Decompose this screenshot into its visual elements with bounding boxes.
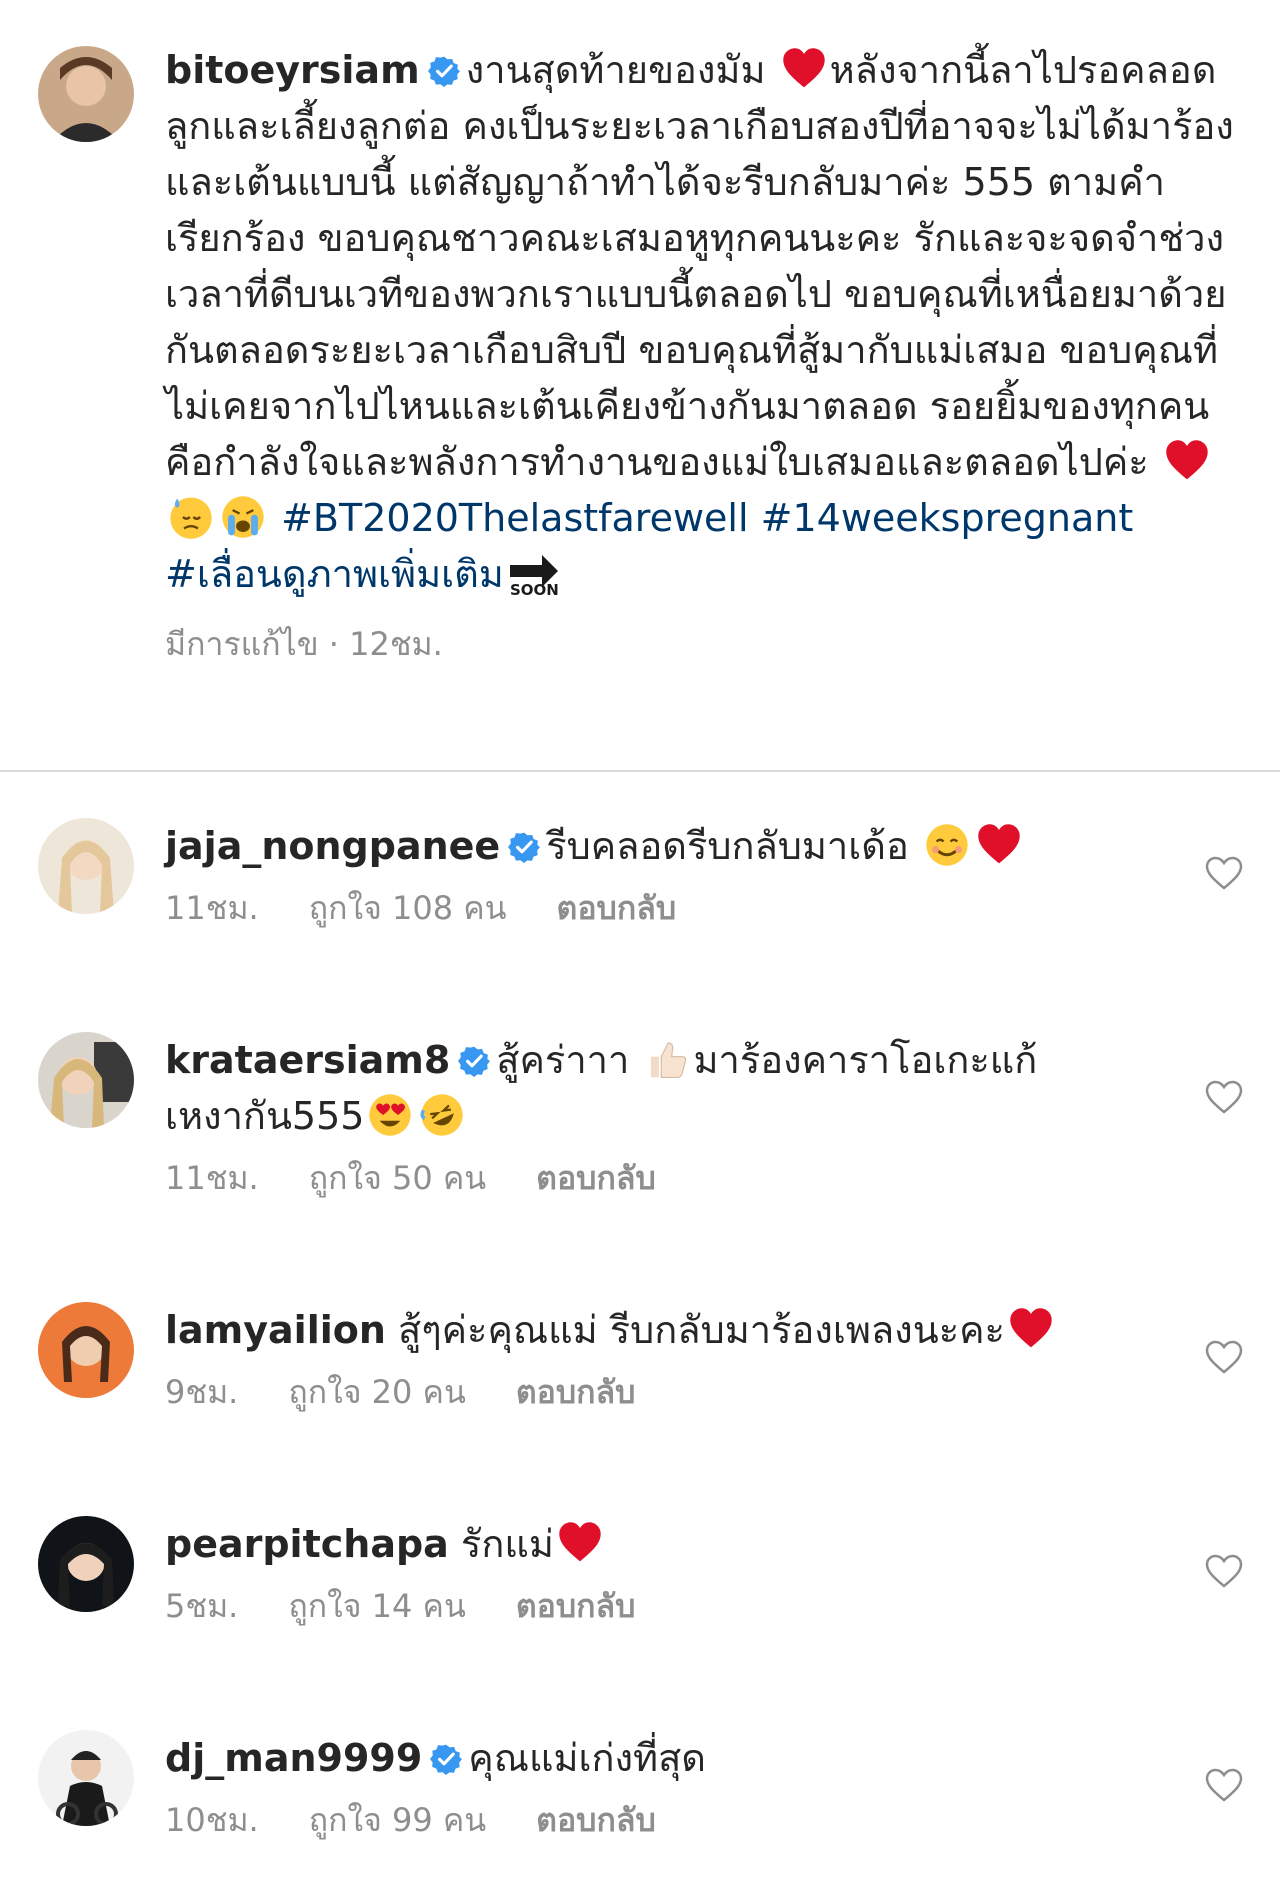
comment-text: คุณแม่เก่งที่สุด bbox=[468, 1736, 706, 1780]
comment-time: 9ชม. bbox=[165, 1373, 239, 1411]
rolling-laughing-emoji-icon bbox=[419, 1092, 465, 1138]
comment-time: 5ชม. bbox=[165, 1587, 239, 1625]
soon-label: SOON bbox=[510, 581, 559, 597]
avatar[interactable] bbox=[38, 1302, 134, 1398]
comment-likes[interactable]: ถูกใจ 108 คน bbox=[309, 880, 507, 936]
caption-edited: มีการแก้ไข bbox=[165, 625, 319, 663]
red-heart-emoji-icon bbox=[557, 1520, 603, 1566]
red-heart-emoji-icon bbox=[781, 46, 827, 92]
sweat-face-emoji-icon bbox=[168, 494, 214, 540]
reply-button[interactable]: ตอบกลับ bbox=[536, 1150, 656, 1206]
caption-text-part1: งานสุดท้ายของมัม bbox=[465, 48, 766, 92]
red-heart-emoji-icon bbox=[1008, 1306, 1054, 1352]
comment-username[interactable]: pearpitchapa bbox=[165, 1522, 449, 1566]
crying-face-emoji-icon bbox=[220, 494, 266, 540]
avatar[interactable] bbox=[38, 818, 134, 914]
divider bbox=[0, 770, 1280, 772]
reply-button[interactable]: ตอบกลับ bbox=[557, 880, 677, 936]
comment-text-a: สู้คร่าาา bbox=[496, 1038, 630, 1082]
verified-badge-icon bbox=[508, 831, 541, 863]
reply-button[interactable]: ตอบกลับ bbox=[516, 1364, 636, 1420]
comment-item: pearpitchapa รักแม่ 5ชม. ถูกใจ 14 คน ตอบ… bbox=[38, 1516, 1258, 1634]
reply-button[interactable]: ตอบกลับ bbox=[516, 1578, 636, 1634]
comment-likes[interactable]: ถูกใจ 20 คน bbox=[288, 1364, 465, 1420]
thumbs-up-emoji-icon bbox=[644, 1036, 690, 1082]
comment-likes[interactable]: ถูกใจ 14 คน bbox=[288, 1578, 465, 1634]
avatar[interactable] bbox=[38, 1730, 134, 1826]
comments-page: bitoeyrsiam งานสุดท้ายของมัม หลังจากนี้ลา… bbox=[0, 0, 1280, 1900]
comment-likes[interactable]: ถูกใจ 50 คน bbox=[309, 1150, 486, 1206]
like-heart-icon[interactable] bbox=[1204, 854, 1244, 894]
comment-text: สู้ๆค่ะคุณแม่ รีบกลับมาร้องเพลงนะคะ bbox=[398, 1308, 1005, 1352]
comment-time: 10ชม. bbox=[165, 1801, 259, 1839]
comment-time: 11ชม. bbox=[165, 1159, 259, 1197]
caption-text: bitoeyrsiam งานสุดท้ายของมัม หลังจากนี้ลา… bbox=[165, 42, 1235, 672]
like-heart-icon[interactable] bbox=[1204, 1766, 1244, 1806]
comment-item: lamyailion สู้ๆค่ะคุณแม่ รีบกลับมาร้องเพ… bbox=[38, 1302, 1258, 1420]
like-heart-icon[interactable] bbox=[1204, 1552, 1244, 1592]
caption-hashtags[interactable]: #BT2020Thelastfarewell #14weekspregnant … bbox=[165, 496, 1133, 596]
soon-arrow-icon: SOON bbox=[506, 551, 560, 597]
comment-text: รีบคลอดรีบกลับมาเด้อ bbox=[546, 824, 909, 868]
smiling-face-emoji-icon bbox=[924, 822, 970, 868]
comment-time: 11ชม. bbox=[165, 889, 259, 927]
caption-meta: มีการแก้ไข · 12ชม. bbox=[165, 625, 443, 663]
comment-username[interactable]: lamyailion bbox=[165, 1308, 386, 1352]
red-heart-emoji-icon bbox=[976, 822, 1022, 868]
verified-badge-icon bbox=[427, 55, 460, 87]
avatar[interactable] bbox=[38, 1516, 134, 1612]
comment-username[interactable]: jaja_nongpanee bbox=[165, 824, 500, 868]
verified-badge-icon bbox=[430, 1743, 463, 1775]
comment-item: jaja_nongpanee รีบคลอดรีบกลับมาเด้อ 11ชม.… bbox=[38, 818, 1258, 936]
reply-button[interactable]: ตอบกลับ bbox=[536, 1792, 656, 1848]
like-heart-icon[interactable] bbox=[1204, 1078, 1244, 1118]
post-caption: bitoeyrsiam งานสุดท้ายของมัม หลังจากนี้ลา… bbox=[38, 42, 1238, 672]
comment-likes[interactable]: ถูกใจ 99 คน bbox=[309, 1792, 486, 1848]
caption-username[interactable]: bitoeyrsiam bbox=[165, 48, 420, 92]
avatar[interactable] bbox=[38, 46, 134, 142]
comment-item: krataersiam8 สู้คร่าาา มาร้องคาราโอเกะแก้… bbox=[38, 1032, 1258, 1206]
verified-badge-icon bbox=[458, 1045, 491, 1077]
comment-username[interactable]: krataersiam8 bbox=[165, 1038, 450, 1082]
caption-text-part2: หลังจากนี้ลาไปรอคลอดลูกและเลี้ยงลูกต่อ ค… bbox=[165, 48, 1234, 484]
red-heart-emoji-icon bbox=[1164, 438, 1210, 484]
heart-eyes-emoji-icon bbox=[367, 1092, 413, 1138]
comment-username[interactable]: dj_man9999 bbox=[165, 1736, 422, 1780]
like-heart-icon[interactable] bbox=[1204, 1338, 1244, 1378]
avatar[interactable] bbox=[38, 1032, 134, 1128]
caption-time: 12ชม. bbox=[349, 625, 443, 663]
comment-item: dj_man9999 คุณแม่เก่งที่สุด 10ชม. ถูกใจ 9… bbox=[38, 1730, 1258, 1848]
comment-text: รักแม่ bbox=[460, 1522, 554, 1566]
